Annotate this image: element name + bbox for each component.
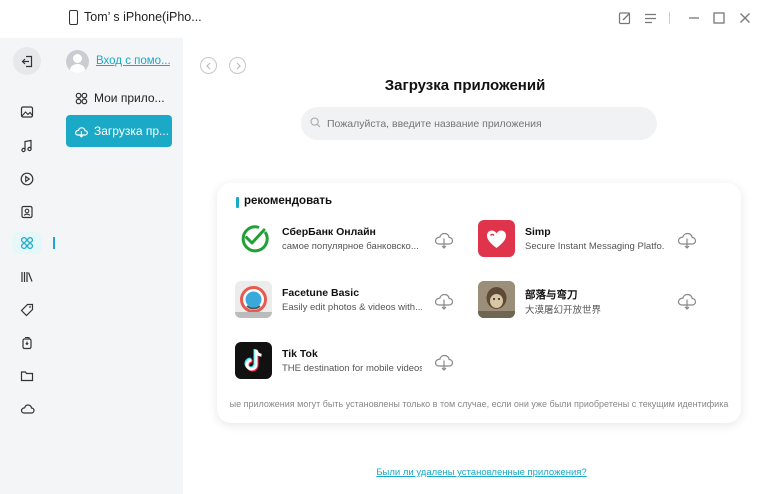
- panel-item-label: Мои прило...: [94, 91, 165, 105]
- app-item-facetune[interactable]: Facetune Basic Easily edit photos & vide…: [235, 281, 475, 321]
- panel-item-app-download[interactable]: Загрузка пр...: [66, 115, 172, 147]
- app-name: Facetune Basic: [282, 287, 360, 299]
- app-desc: Secure Instant Messaging Platfo...: [525, 241, 665, 252]
- feedback-icon[interactable]: [617, 10, 633, 26]
- app-name: СберБанк Онлайн: [282, 226, 376, 238]
- download-icon[interactable]: [433, 352, 455, 372]
- apps-icon[interactable]: [17, 233, 37, 253]
- app-name: Tik Tok: [282, 348, 318, 360]
- game-logo-icon: [478, 281, 515, 318]
- avatar: [66, 50, 89, 73]
- app-desc: самое популярное банковско...: [282, 241, 419, 252]
- download-icon[interactable]: [433, 230, 455, 250]
- main-content: Загрузка приложений рекомендовать СберБа…: [183, 38, 780, 494]
- left-rail: [0, 38, 56, 494]
- app-name: 部落与弯刀: [525, 289, 578, 301]
- photos-icon[interactable]: [17, 102, 37, 122]
- title-bar: Tom’ s iPhone(iPho...: [0, 0, 780, 38]
- download-icon[interactable]: [433, 291, 455, 311]
- files-icon[interactable]: [17, 366, 37, 386]
- app-desc: Easily edit photos & videos with...: [282, 302, 422, 313]
- download-icon[interactable]: [676, 230, 698, 250]
- cloud-download-icon: [74, 124, 88, 138]
- minimize-icon[interactable]: [686, 10, 702, 26]
- panel-item-my-apps[interactable]: Мои прило...: [66, 82, 172, 114]
- purchase-note: ые приложения могут быть установлены тол…: [229, 399, 729, 409]
- cloud-icon[interactable]: [17, 399, 37, 419]
- app-item-simp[interactable]: Simp Secure Instant Messaging Platfo...: [478, 220, 718, 260]
- app-item-sberbank[interactable]: СберБанк Онлайн самое популярное банковс…: [235, 220, 475, 260]
- search-input[interactable]: [327, 117, 647, 130]
- logout-icon[interactable]: [13, 47, 41, 75]
- video-icon[interactable]: [17, 169, 37, 189]
- facetune-logo-icon: [235, 281, 272, 318]
- title-divider: [669, 12, 670, 24]
- backup-icon[interactable]: [17, 333, 37, 353]
- tiktok-logo-icon: [235, 342, 272, 379]
- apps-grid-icon: [74, 91, 88, 105]
- recommend-card: рекомендовать СберБанк Онлайн самое попу…: [217, 183, 741, 423]
- section-title: рекомендовать: [244, 195, 333, 207]
- panel-item-label: Загрузка пр...: [94, 124, 170, 138]
- app-desc: 大漠屠幻开放世界: [525, 305, 602, 316]
- download-icon[interactable]: [676, 291, 698, 311]
- deleted-apps-link[interactable]: Были ли удалены установленные приложения…: [183, 467, 780, 478]
- maximize-icon[interactable]: [711, 10, 727, 26]
- active-indicator: [53, 237, 55, 249]
- app-name: Simp: [525, 226, 551, 238]
- help-link[interactable]: Вход с помо...: [96, 55, 170, 67]
- app-item-tiktok[interactable]: Tik Tok THE destination for mobile video…: [235, 342, 475, 382]
- close-icon[interactable]: [737, 10, 753, 26]
- sberbank-logo-icon: [235, 220, 272, 257]
- books-icon[interactable]: [17, 267, 37, 287]
- app-desc: THE destination for mobile videos: [282, 363, 422, 374]
- iphone-icon: [69, 10, 78, 25]
- menu-icon[interactable]: [642, 10, 658, 26]
- page-title: Загрузка приложений: [384, 77, 546, 94]
- search-box[interactable]: [301, 107, 657, 140]
- device-name[interactable]: Tom’ s iPhone(iPho...: [84, 10, 202, 24]
- section-marker: [236, 197, 239, 208]
- search-icon: [310, 115, 321, 133]
- secondary-panel: Вход с помо... Мои прило... Загрузка пр.…: [56, 38, 183, 494]
- contacts-icon[interactable]: [17, 202, 37, 222]
- back-arrow-icon[interactable]: [200, 57, 217, 74]
- app-item-tribes-blades[interactable]: 部落与弯刀 大漠屠幻开放世界: [478, 281, 718, 321]
- forward-arrow-icon[interactable]: [229, 57, 246, 74]
- music-icon[interactable]: [17, 136, 37, 156]
- ringtone-icon[interactable]: [17, 300, 37, 320]
- simp-logo-icon: [478, 220, 515, 257]
